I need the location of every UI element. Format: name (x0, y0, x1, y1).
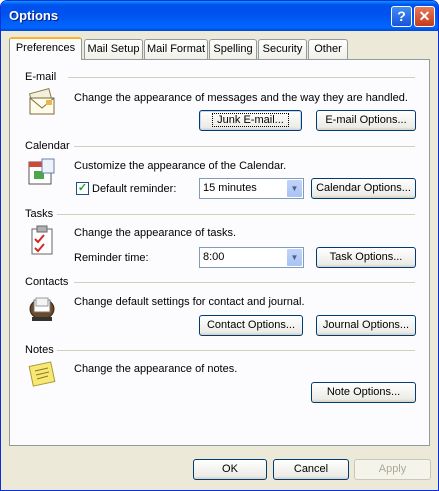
tab-mail-setup[interactable]: Mail Setup (84, 39, 143, 59)
calendar-description: Customize the appearance of the Calendar… (74, 160, 287, 172)
contacts-description: Change default settings for contact and … (74, 296, 305, 308)
contacts-rolodex-icon (29, 297, 55, 321)
contacts-section-label: Contacts (25, 276, 69, 288)
calendar-options-button[interactable]: Calendar Options... (311, 178, 416, 199)
task-reminder-time-select[interactable]: 8:00 ▼ (199, 247, 304, 268)
email-section-label: E-mail (25, 71, 57, 83)
close-button[interactable]: ✕ (414, 6, 435, 27)
tasks-section-label: Tasks (25, 208, 54, 220)
note-options-button[interactable]: Note Options... (311, 382, 416, 403)
tab-other[interactable]: Other (308, 39, 348, 59)
email-options-button[interactable]: E-mail Options... (316, 110, 416, 131)
default-reminder-value: 15 minutes (203, 182, 257, 194)
email-divider (68, 77, 415, 78)
apply-button[interactable]: Apply (354, 459, 431, 480)
journal-options-button[interactable]: Journal Options... (316, 315, 416, 336)
junk-email-button[interactable]: Junk E-mail... (199, 110, 302, 131)
preferences-panel: E-mail Change the appearance of messages… (9, 59, 430, 446)
tab-preferences[interactable]: Preferences (9, 37, 82, 60)
calendar-section-label: Calendar (25, 140, 70, 152)
contacts-divider (74, 282, 415, 283)
notes-description: Change the appearance of notes. (74, 363, 238, 375)
contact-options-button[interactable]: Contact Options... (199, 315, 303, 336)
cancel-button[interactable]: Cancel (273, 459, 349, 480)
options-dialog: Options ? ✕ Preferences Mail Setup Mail … (0, 0, 439, 491)
title-bar[interactable]: Options ? ✕ (1, 1, 438, 31)
default-reminder-label: Default reminder: (92, 183, 177, 195)
ok-button[interactable]: OK (193, 459, 267, 480)
tasks-description: Change the appearance of tasks. (74, 227, 237, 239)
calendar-icon (28, 158, 55, 185)
chevron-down-icon[interactable]: ▼ (287, 249, 302, 266)
task-options-button[interactable]: Task Options... (316, 247, 416, 268)
notes-divider (57, 350, 415, 351)
chevron-down-icon[interactable]: ▼ (287, 180, 302, 197)
envelope-icon (28, 88, 55, 115)
default-reminder-select[interactable]: 15 minutes ▼ (199, 178, 304, 199)
sticky-note-icon (28, 361, 56, 387)
email-description: Change the appearance of messages and th… (74, 92, 408, 104)
junk-email-button-label: Junk E-mail... (212, 113, 289, 127)
tab-security[interactable]: Security (258, 39, 307, 59)
task-reminder-label: Reminder time: (74, 252, 149, 264)
task-reminder-value: 8:00 (203, 251, 225, 263)
notes-section-label: Notes (25, 344, 54, 356)
tab-spelling[interactable]: Spelling (209, 39, 257, 59)
tasks-divider (57, 214, 415, 215)
calendar-divider (74, 146, 415, 147)
window-title: Options (9, 8, 59, 23)
default-reminder-checkbox[interactable]: ✓ (76, 182, 89, 195)
tab-mail-format[interactable]: Mail Format (144, 39, 208, 59)
help-button[interactable]: ? (391, 6, 412, 27)
tasks-clipboard-icon (31, 225, 53, 255)
